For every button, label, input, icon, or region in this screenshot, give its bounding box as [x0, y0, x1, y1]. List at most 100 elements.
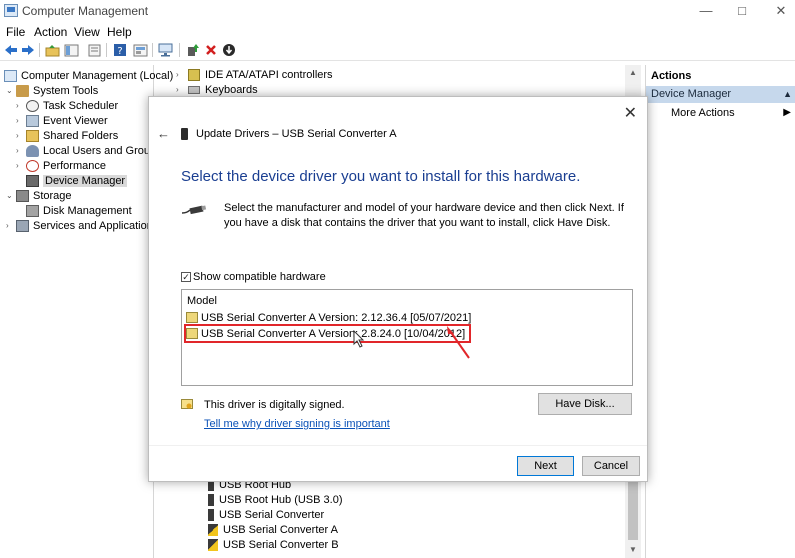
more-actions-item[interactable]: More Actions [671, 107, 735, 119]
device-usb-root-hub-3[interactable]: USB Root Hub (USB 3.0) [208, 492, 343, 507]
show-compatible-label[interactable]: Show compatible hardware [193, 271, 326, 283]
model-list[interactable]: Model USB Serial Converter A Version: 2.… [181, 289, 633, 386]
chevron-right-icon[interactable]: › [16, 161, 26, 170]
menu-view[interactable]: View [74, 25, 100, 39]
up-folder-icon[interactable] [44, 42, 61, 58]
tree-item-computer-management[interactable]: Computer Management (Local) [4, 68, 173, 83]
menu-bar: File Action View Help [0, 24, 795, 40]
maximize-button[interactable]: □ [731, 2, 753, 20]
device-usb-serial-converter-b[interactable]: USB Serial Converter B [208, 537, 339, 552]
tree-item-services[interactable]: › Services and Applications [6, 218, 158, 233]
tree-item-label: System Tools [33, 84, 99, 97]
toolbar-separator [179, 43, 180, 57]
back-icon[interactable] [2, 42, 19, 58]
ide-controller-icon [188, 68, 200, 81]
back-arrow-icon[interactable]: ← [157, 126, 170, 141]
device-category-ide[interactable]: › IDE ATA/ATAPI controllers [176, 67, 333, 82]
tree-item-storage[interactable]: ⌄ Storage [6, 188, 72, 203]
mouse-cursor-icon [353, 330, 365, 348]
signed-driver-icon [186, 328, 198, 339]
device-label: USB Serial Converter B [223, 538, 339, 551]
tree-item-task-scheduler[interactable]: › Task Scheduler [16, 98, 118, 113]
model-column-header: Model [187, 295, 217, 307]
computer-management-icon [4, 4, 18, 17]
tree-item-label: Services and Applications [33, 219, 159, 232]
signed-status-text: This driver is digitally signed. [204, 399, 345, 411]
dialog-description: Select the manufacturer and model of you… [224, 202, 624, 229]
scrollbar-thumb[interactable] [628, 480, 638, 540]
cancel-button[interactable]: Cancel [582, 456, 640, 476]
tree-item-label: Local Users and Groups [43, 144, 162, 157]
window-title: Computer Management [22, 4, 149, 18]
uninstall-icon[interactable] [202, 42, 219, 58]
show-compatible-checkbox[interactable]: ✓ [181, 272, 191, 282]
menu-action[interactable]: Action [34, 25, 67, 39]
actions-header: Actions [651, 70, 692, 82]
svg-text:?: ? [117, 46, 122, 57]
tree-item-disk-management[interactable]: Disk Management [26, 203, 132, 218]
collapse-up-icon: ▲ [783, 89, 792, 99]
tree-item-label: Disk Management [43, 204, 132, 217]
usb-plug-icon [208, 493, 214, 506]
tree-item-device-manager[interactable]: Device Manager [26, 173, 128, 188]
keyboard-icon [188, 85, 200, 94]
tree-item-system-tools[interactable]: ⌄ System Tools [6, 83, 98, 98]
storage-icon [16, 189, 29, 202]
close-button[interactable]: ✕ [770, 2, 792, 20]
properties-icon[interactable] [132, 42, 149, 58]
tree-item-label: Task Scheduler [43, 99, 119, 112]
tree-item-label: Device Manager [43, 174, 128, 187]
chevron-right-icon[interactable]: › [6, 221, 16, 230]
device-usb-serial-converter-a[interactable]: USB Serial Converter A [208, 522, 338, 537]
chevron-right-icon[interactable]: › [16, 116, 26, 125]
minimize-button[interactable]: — [695, 2, 717, 20]
scroll-down-icon[interactable]: ▼ [625, 543, 641, 557]
chevron-right-icon[interactable]: › [16, 146, 26, 155]
users-icon [26, 144, 39, 157]
device-label: USB Serial Converter [219, 508, 325, 521]
scan-hardware-icon[interactable] [157, 42, 174, 58]
folder-icon [26, 129, 39, 142]
tree-item-label: Event Viewer [43, 114, 108, 127]
have-disk-button[interactable]: Have Disk... [538, 393, 632, 415]
menu-file[interactable]: File [6, 25, 25, 39]
model-option-label: USB Serial Converter A Version: 2.12.36.… [201, 311, 472, 324]
tree-item-label: Performance [43, 159, 106, 172]
actions-section-device-manager[interactable]: Device Manager ▲ [646, 86, 795, 103]
toolbox-icon [16, 84, 29, 97]
chevron-right-icon[interactable]: › [16, 131, 26, 140]
tree-item-performance[interactable]: › Performance [16, 158, 106, 173]
driver-signing-link[interactable]: Tell me why driver signing is important [204, 418, 390, 430]
export-list-icon[interactable] [86, 42, 103, 58]
chevron-right-icon[interactable]: › [16, 101, 26, 110]
update-drivers-dialog: ✕ ← Update Drivers – USB Serial Converte… [148, 96, 648, 482]
actions-section-label: Device Manager [651, 88, 732, 100]
update-driver-icon[interactable] [184, 42, 201, 58]
help-icon[interactable]: ? [111, 42, 128, 58]
forward-icon[interactable] [19, 42, 36, 58]
annotation-arrow-icon [447, 326, 470, 359]
tree-item-shared-folders[interactable]: › Shared Folders [16, 128, 118, 143]
tree-item-label: Shared Folders [43, 129, 119, 142]
close-icon[interactable]: ✕ [624, 103, 637, 123]
next-button[interactable]: Next [517, 456, 574, 476]
chevron-right-icon[interactable]: › [176, 70, 188, 79]
device-label: USB Root Hub (USB 3.0) [219, 493, 343, 506]
show-tree-icon[interactable] [63, 42, 80, 58]
toolbar-separator [106, 43, 107, 57]
device-category-keyboards[interactable]: › Keyboards [176, 82, 258, 97]
scroll-up-icon[interactable]: ▲ [625, 66, 641, 80]
device-usb-serial-converter[interactable]: USB Serial Converter [208, 507, 324, 522]
computer-management-icon [4, 69, 17, 82]
disable-device-icon[interactable] [220, 42, 237, 58]
tree-item-event-viewer[interactable]: › Event Viewer [16, 113, 108, 128]
chevron-down-icon[interactable]: ⌄ [6, 191, 16, 200]
chevron-down-icon[interactable]: ⌄ [6, 86, 16, 95]
tree-item-local-users[interactable]: › Local Users and Groups [16, 143, 162, 158]
chevron-right-icon[interactable]: › [176, 85, 188, 94]
menu-help[interactable]: Help [107, 25, 132, 39]
title-bar: Computer Management — □ ✕ [0, 0, 795, 22]
event-viewer-icon [26, 114, 39, 127]
tree-item-label: Storage [33, 189, 72, 202]
device-label: USB Serial Converter A [223, 523, 338, 536]
